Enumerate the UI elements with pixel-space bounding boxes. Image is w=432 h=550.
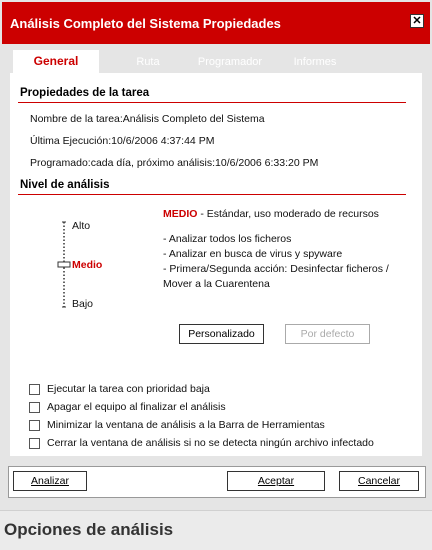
properties-window: Análisis Completo del Sistema Propiedade…: [0, 0, 432, 510]
option-checkbox[interactable]: [29, 438, 40, 449]
level-alto[interactable]: Alto: [72, 220, 90, 232]
caption-bar: Opciones de análisis: [0, 510, 432, 550]
cancel-label: Cancelar: [357, 475, 401, 487]
level-name: MEDIO: [163, 208, 198, 220]
option-checkbox[interactable]: [29, 384, 40, 395]
accept-label: Aceptar: [257, 475, 295, 487]
option-label: Ejecutar la tarea con prioridad baja: [47, 383, 210, 395]
general-panel: Propiedades de la tarea Nombre de la tar…: [10, 73, 422, 456]
level-bullet: - Analizar todos los ficheros: [163, 233, 292, 245]
accept-button[interactable]: Aceptar: [227, 471, 325, 491]
level-slider-track[interactable]: [56, 219, 72, 309]
scheduled-run: Programado:cada día, próximo análisis:10…: [30, 157, 319, 169]
tab-ruta[interactable]: Ruta: [118, 52, 178, 72]
option-label: Minimizar la ventana de análisis a la Ba…: [47, 419, 325, 431]
section-divider: [18, 102, 406, 103]
action-bar: Analizar Aceptar Cancelar: [8, 466, 426, 498]
default-button[interactable]: Por defecto: [285, 324, 370, 344]
tab-programador[interactable]: Programador: [190, 52, 270, 72]
level-bullet: - Analizar en busca de virus y spyware: [163, 248, 343, 260]
option-label: Apagar el equipo al finalizar el análisi…: [47, 401, 226, 413]
level-bullet: - Primera/Segunda acción: Desinfectar fi…: [163, 263, 389, 275]
level-summary: - Estándar, uso moderado de recursos: [197, 208, 379, 220]
level-description: MEDIO - Estándar, uso moderado de recurs…: [163, 208, 379, 220]
task-name: Nombre de la tarea:Análisis Completo del…: [30, 113, 265, 125]
analysis-level-title: Nivel de análisis: [20, 179, 110, 191]
option-label: Cerrar la ventana de análisis si no se d…: [47, 437, 374, 449]
section-divider: [18, 194, 406, 195]
task-properties-title: Propiedades de la tarea: [20, 87, 150, 99]
tab-informes[interactable]: Informes: [282, 52, 348, 72]
caption: Opciones de análisis: [4, 520, 174, 539]
option-checkbox[interactable]: [29, 420, 40, 431]
tab-general[interactable]: General: [13, 50, 99, 73]
option-checkbox[interactable]: [29, 402, 40, 413]
analyze-button[interactable]: Analizar: [13, 471, 87, 491]
title-bar: Análisis Completo del Sistema Propiedade…: [2, 2, 430, 44]
level-bullet: Mover a la Cuarentena: [163, 278, 270, 290]
window-title: Análisis Completo del Sistema Propiedade…: [10, 16, 281, 31]
cancel-button[interactable]: Cancelar: [339, 471, 419, 491]
level-medio[interactable]: Medio: [72, 259, 102, 271]
close-icon[interactable]: ✕: [410, 14, 424, 28]
custom-button[interactable]: Personalizado: [179, 324, 264, 344]
level-slider-thumb: [57, 261, 71, 268]
last-run: Última Ejecución:10/6/2006 4:37:44 PM: [30, 135, 215, 147]
analyze-label: Analizar: [31, 475, 69, 487]
level-bajo[interactable]: Bajo: [72, 298, 93, 310]
